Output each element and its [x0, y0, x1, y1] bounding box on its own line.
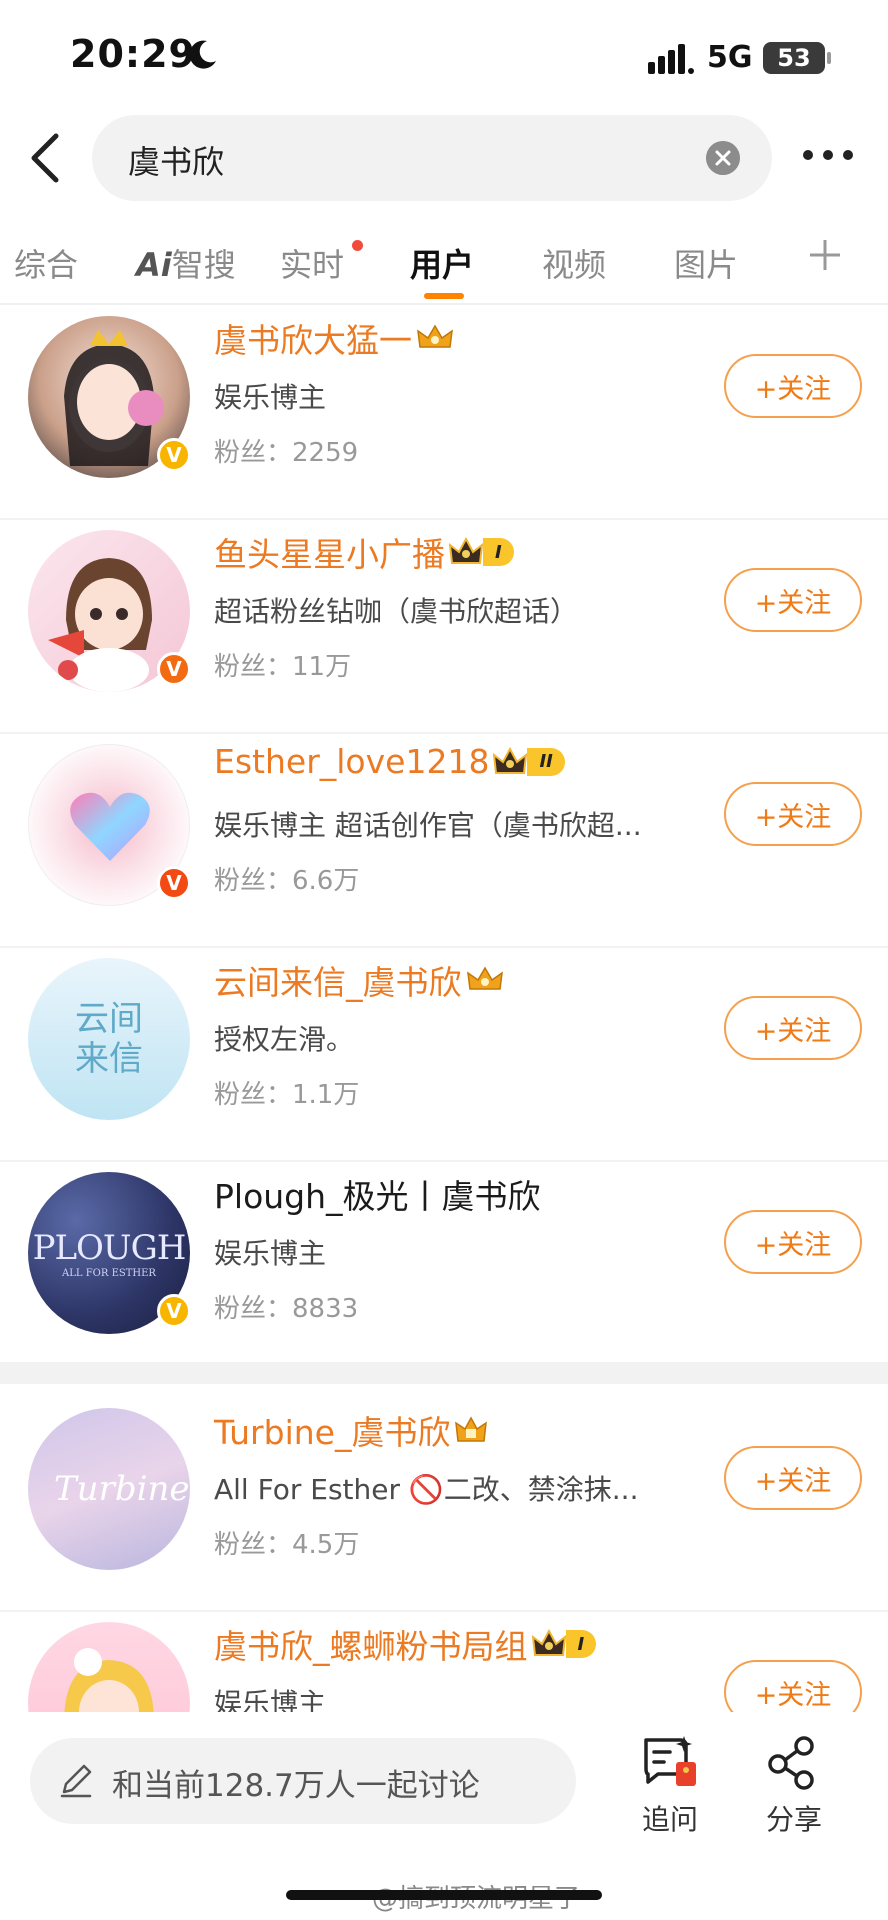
- user-row[interactable]: 云间来信 云间来信_虞书欣 授权左滑。 粉丝：1.1万 +关注: [0, 948, 888, 1162]
- follow-button[interactable]: +关注: [724, 782, 862, 846]
- user-name-line: Plough_极光丨虞书欣: [214, 1170, 541, 1218]
- user-description: 授权左滑。: [214, 1023, 355, 1056]
- crown-icon: [449, 537, 483, 564]
- share-icon[interactable]: [764, 1734, 824, 1790]
- avatar-text: Turbine: [54, 1469, 190, 1509]
- user-avatar[interactable]: 云间来信: [28, 958, 190, 1120]
- user-name-line: 虞书欣大猛一: [214, 314, 454, 362]
- user-row[interactable]: V Esther_love1218 II 娱乐博主 超话创作官（虞书欣超... …: [0, 734, 888, 948]
- crown-icon: [531, 1629, 566, 1656]
- signal-icon: [648, 44, 694, 74]
- verified-badge: V: [157, 866, 191, 900]
- tab-bar: 综合 Ai智搜 实时 用户 视频 图片: [0, 228, 888, 304]
- user-name[interactable]: 虞书欣大猛一: [214, 314, 412, 362]
- follow-button[interactable]: +关注: [724, 996, 862, 1060]
- avatar-subtext: ALL FOR ESTHER: [62, 1267, 156, 1279]
- pencil-icon: [60, 1764, 92, 1798]
- crown-icon: [455, 1416, 488, 1442]
- home-indicator[interactable]: [286, 1890, 602, 1900]
- tab-video[interactable]: 视频: [542, 240, 606, 286]
- search-query: 虞书欣: [128, 143, 225, 181]
- tab-realtime[interactable]: 实时: [280, 240, 344, 286]
- user-name-line: 云间来信_虞书欣: [214, 956, 504, 1004]
- status-bar: 20:29 5G 53: [0, 0, 888, 110]
- discuss-input[interactable]: 和当前128.7万人一起讨论: [30, 1738, 576, 1824]
- verified-badge: V: [157, 652, 191, 686]
- user-name-line: 鱼头星星小广播 I: [214, 528, 514, 576]
- user-description: 超话粉丝钻咖（虞书欣超话）: [214, 595, 579, 628]
- verified-badge: V: [157, 1294, 191, 1328]
- user-row[interactable]: Turbine Turbine_虞书欣 All For Esther 🚫二改、禁…: [0, 1398, 888, 1612]
- crown-icon: [493, 746, 528, 774]
- user-name-line: 虞书欣_螺蛳粉书局组 I: [214, 1620, 597, 1668]
- ai-logo: Ai: [136, 246, 172, 284]
- follow-button[interactable]: +关注: [724, 1446, 862, 1510]
- realtime-red-dot: [352, 240, 363, 251]
- add-tab-icon[interactable]: [808, 238, 842, 272]
- follow-button[interactable]: +关注: [724, 1210, 862, 1274]
- user-avatar[interactable]: Turbine: [28, 1408, 190, 1570]
- user-name[interactable]: Esther_love1218: [214, 742, 489, 781]
- user-row[interactable]: V 鱼头星星小广播 I 超话粉丝钻咖（虞书欣超话） 粉丝：11万 +关注: [0, 520, 888, 734]
- active-tab-indicator: [424, 293, 464, 299]
- ask-icon[interactable]: [640, 1734, 700, 1790]
- tab-ai-search-label: 智搜: [171, 246, 236, 284]
- tab-divider: [0, 303, 888, 305]
- tab-users[interactable]: 用户: [410, 240, 474, 286]
- network-type: 5G: [707, 40, 753, 75]
- user-fans: 粉丝：6.6万: [214, 866, 360, 896]
- follow-button[interactable]: +关注: [724, 568, 862, 632]
- user-name[interactable]: Turbine_虞书欣: [214, 1406, 450, 1454]
- level-badge: I: [483, 538, 514, 566]
- user-name[interactable]: Plough_极光丨虞书欣: [214, 1170, 541, 1218]
- section-gap: [0, 1362, 888, 1384]
- clear-icon[interactable]: [706, 141, 740, 175]
- avatar-text: 云间来信: [75, 999, 143, 1079]
- user-description: 娱乐博主 超话创作官（虞书欣超...: [214, 809, 642, 842]
- user-name[interactable]: 虞书欣_螺蛳粉书局组: [214, 1620, 528, 1668]
- user-fans: 粉丝：2259: [214, 438, 359, 468]
- follow-button[interactable]: +关注: [724, 354, 862, 418]
- tab-images[interactable]: 图片: [674, 240, 738, 286]
- user-description: All For Esther 🚫二改、禁涂抹...: [214, 1473, 639, 1506]
- user-description: 娱乐博主: [214, 381, 327, 414]
- level-badge: I: [565, 1630, 597, 1658]
- battery-icon: 53: [763, 42, 831, 74]
- verified-badge: V: [157, 438, 191, 472]
- tab-comprehensive[interactable]: 综合: [14, 240, 78, 286]
- user-fans: 粉丝：1.1万: [214, 1080, 360, 1110]
- search-input[interactable]: 虞书欣: [92, 115, 772, 201]
- user-name-line: Esther_love1218 II: [214, 742, 565, 781]
- crown-icon: [466, 966, 503, 990]
- user-row[interactable]: PLOUGH ALL FOR ESTHER V Plough_极光丨虞书欣 娱乐…: [0, 1162, 888, 1376]
- discuss-placeholder: 和当前128.7万人一起讨论: [112, 1768, 480, 1804]
- status-time: 20:29: [70, 32, 196, 76]
- moon-icon: [189, 40, 216, 69]
- user-fans: 粉丝：8833: [214, 1294, 359, 1324]
- user-name-line: Turbine_虞书欣: [214, 1406, 488, 1454]
- ask-label[interactable]: 追问: [642, 1798, 698, 1838]
- back-icon[interactable]: [22, 128, 68, 188]
- more-icon[interactable]: [800, 145, 856, 165]
- avatar-text: PLOUGH: [32, 1227, 187, 1268]
- user-name[interactable]: 云间来信_虞书欣: [214, 956, 462, 1004]
- share-label[interactable]: 分享: [766, 1798, 822, 1838]
- tab-ai-search[interactable]: Ai智搜: [136, 240, 236, 286]
- user-description: 娱乐博主: [214, 1237, 327, 1270]
- user-fans: 粉丝：4.5万: [214, 1530, 360, 1560]
- user-name[interactable]: 鱼头星星小广播: [214, 528, 445, 576]
- battery-level: 53: [777, 44, 811, 72]
- user-row[interactable]: V 虞书欣大猛一 娱乐博主 粉丝：2259 +关注: [0, 306, 888, 520]
- crown-icon: [417, 324, 453, 348]
- user-fans: 粉丝：11万: [214, 652, 352, 682]
- level-badge: II: [527, 747, 565, 776]
